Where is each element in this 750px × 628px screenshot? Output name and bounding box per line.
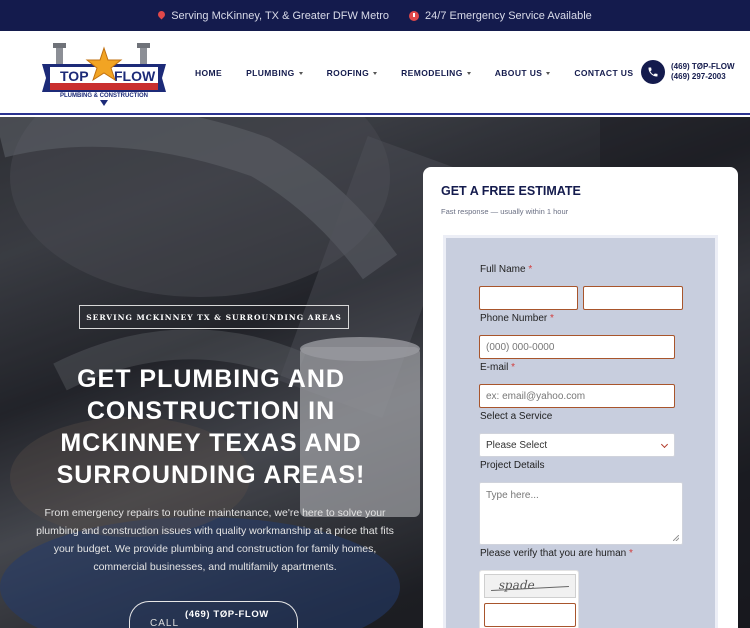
nav-contact-us[interactable]: CONTACT US xyxy=(574,68,633,78)
email-label-text: E-mail xyxy=(480,362,509,373)
nav-home-label: HOME xyxy=(195,68,223,78)
chevron-down-icon xyxy=(298,71,303,75)
nav-about-us[interactable]: ABOUT US xyxy=(495,68,551,78)
site-header: TOP FLOW PLUMBING & CONSTRUCTION HOME PL… xyxy=(0,31,750,115)
form-title: GET A FREE ESTIMATE xyxy=(441,184,581,198)
emergency-text: 24/7 Emergency Service Available xyxy=(425,9,592,22)
phone-vanity: (469) TØP-FLOW xyxy=(671,62,735,71)
alarm-clock-icon xyxy=(409,10,420,21)
main-nav: HOME PLUMBING ROOFING REMODELING ABOUT U… xyxy=(195,31,657,115)
location-text: Serving McKinney, TX & Greater DFW Metro xyxy=(171,9,390,22)
details-placeholder: Type here... xyxy=(486,490,539,501)
nav-remodeling-label: REMODELING xyxy=(401,68,463,78)
header-phone-numbers[interactable]: (469) TØP-FLOW (469) 297-2003 xyxy=(671,62,735,82)
captcha-input[interactable] xyxy=(484,603,576,627)
hero-description: From emergency repairs to routine mainte… xyxy=(36,507,394,573)
nav-roofing-label: ROOFING xyxy=(326,68,370,78)
phone-label-text: Phone Number xyxy=(480,313,548,324)
nav-roofing[interactable]: ROOFING xyxy=(326,68,378,78)
first-name-input[interactable] xyxy=(479,286,578,310)
top-info-bar: Serving McKinney, TX & Greater DFW Metro… xyxy=(0,0,750,31)
nav-about-label: ABOUT US xyxy=(494,68,543,78)
verify-label-text: Please verify that you are human xyxy=(480,548,627,559)
phone-button[interactable] xyxy=(641,60,665,84)
hero-title: GET PLUMBING AND CONSTRUCTION IN MCKINNE… xyxy=(56,365,366,489)
full-name-label: Full Name * xyxy=(480,264,532,275)
location-pin-icon xyxy=(158,11,165,21)
nav-plumbing-label: PLUMBING xyxy=(246,68,295,78)
call-number: (469) TØP-FLOW xyxy=(185,609,269,620)
phone-digits: (469) 297-2003 xyxy=(671,72,726,81)
call-button[interactable]: CALL (469) TØP-FLOW xyxy=(129,601,298,628)
phone-input[interactable]: (000) 000-0000 xyxy=(479,335,675,359)
captcha-widget: spade xyxy=(479,570,579,628)
last-name-input[interactable] xyxy=(583,286,683,310)
service-label: Select a Service xyxy=(480,411,553,422)
call-label: CALL xyxy=(150,618,180,628)
email-input[interactable]: ex: email@yahoo.com xyxy=(479,384,675,408)
nav-plumbing[interactable]: PLUMBING xyxy=(246,68,303,78)
phone-placeholder: (000) 000-0000 xyxy=(486,341,555,353)
chevron-down-icon xyxy=(466,71,471,75)
service-select-value: Please Select xyxy=(486,439,548,451)
serving-area-badge: SERVING MCKINNEY TX & SURROUNDING AREAS xyxy=(79,305,349,329)
email-placeholder: ex: email@yahoo.com xyxy=(486,390,586,402)
estimate-form-card: GET A FREE ESTIMATE Fast response — usua… xyxy=(423,167,738,628)
logo-tagline: PLUMBING & CONSTRUCTION xyxy=(60,93,148,99)
location-item: Serving McKinney, TX & Greater DFW Metro xyxy=(158,10,389,22)
project-details-textarea[interactable]: Type here... xyxy=(479,482,683,545)
top-flow-logo[interactable]: TOP FLOW PLUMBING & CONSTRUCTION xyxy=(36,40,172,108)
nav-contact-label: CONTACT US xyxy=(574,68,634,78)
form-subtitle: Fast response — usually within 1 hour xyxy=(441,207,569,216)
required-mark: * xyxy=(511,362,516,373)
required-mark: * xyxy=(528,264,533,275)
chevron-down-icon xyxy=(373,71,378,75)
captcha-image: spade xyxy=(484,574,576,598)
nav-home[interactable]: HOME xyxy=(195,68,222,78)
email-label: E-mail * xyxy=(480,362,515,373)
service-select[interactable]: Please Select xyxy=(479,433,675,457)
required-mark: * xyxy=(550,313,554,324)
chevron-down-icon xyxy=(546,71,551,75)
details-label: Project Details xyxy=(480,460,545,471)
phone-icon xyxy=(648,67,658,77)
required-mark: * xyxy=(628,548,633,559)
phone-label: Phone Number * xyxy=(480,313,554,324)
resize-handle-icon[interactable] xyxy=(673,535,679,541)
verify-label: Please verify that you are human * xyxy=(480,548,633,559)
emergency-item: 24/7 Emergency Service Available xyxy=(409,10,592,22)
chevron-down-icon xyxy=(660,440,669,449)
full-name-label-text: Full Name xyxy=(480,264,526,275)
logo-top-text: TOP xyxy=(60,68,89,84)
logo-flow-text: FLOW xyxy=(114,68,156,84)
nav-remodeling[interactable]: REMODELING xyxy=(401,68,471,78)
